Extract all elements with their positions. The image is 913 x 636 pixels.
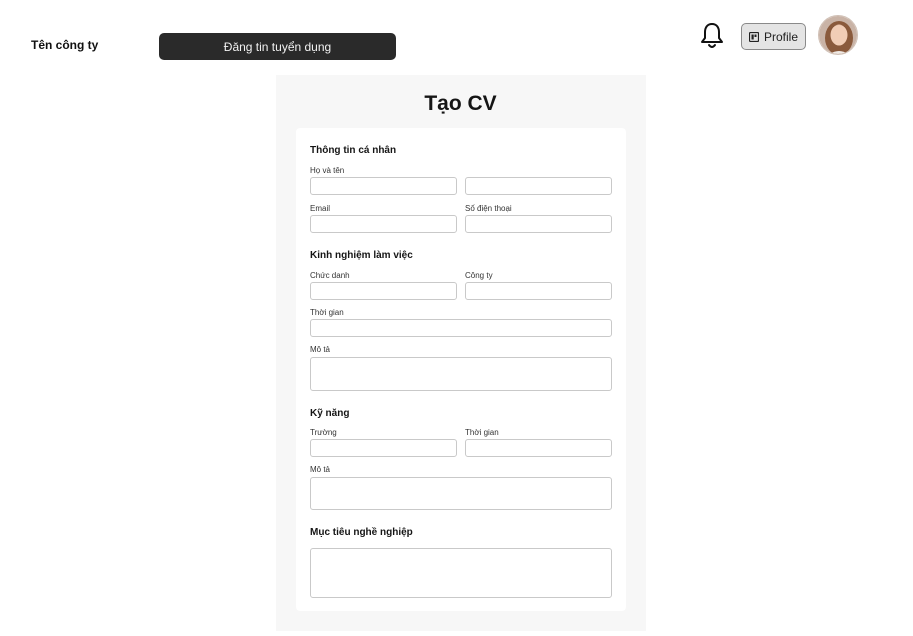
- company-input[interactable]: [465, 282, 612, 300]
- phone-label: Số điện thoại: [465, 204, 512, 213]
- fullname-label: Họ và tên: [310, 166, 345, 175]
- school-label: Trường: [310, 428, 337, 437]
- skills-description-textarea[interactable]: [310, 477, 612, 510]
- company-name[interactable]: Tên công ty: [31, 38, 98, 52]
- bell-icon[interactable]: [699, 21, 725, 51]
- section-title-experience: Kinh nghiệm làm việc: [310, 250, 413, 261]
- job-title-input[interactable]: [310, 282, 457, 300]
- email-input[interactable]: [310, 215, 457, 233]
- experience-description-label: Mô tả: [310, 345, 331, 354]
- career-goal-textarea[interactable]: [310, 548, 612, 598]
- phone-input[interactable]: [465, 215, 612, 233]
- experience-duration-input[interactable]: [310, 319, 612, 337]
- top-header: Tên công ty Đăng tin tuyển dụng Profile: [0, 0, 913, 75]
- skills-duration-input[interactable]: [465, 439, 612, 457]
- experience-duration-label: Thời gian: [310, 308, 344, 317]
- avatar[interactable]: [818, 15, 858, 55]
- post-job-button[interactable]: Đăng tin tuyển dụng: [159, 33, 396, 60]
- email-label: Email: [310, 204, 331, 213]
- section-title-personal: Thông tin cá nhân: [310, 145, 397, 156]
- page-title: Tạo CV: [424, 92, 497, 115]
- profile-icon: [748, 31, 759, 42]
- skills-duration-label: Thời gian: [465, 428, 499, 437]
- first-name-input[interactable]: [310, 177, 457, 195]
- skills-description-label: Mô tả: [310, 465, 331, 474]
- profile-label: Profile: [763, 29, 798, 44]
- experience-description-textarea[interactable]: [310, 357, 612, 391]
- company-label: Công ty: [465, 271, 493, 280]
- profile-button[interactable]: Profile: [741, 23, 806, 50]
- last-name-input[interactable]: [465, 177, 612, 195]
- section-title-career-goal: Mục tiêu nghề nghiệp: [310, 527, 413, 538]
- job-title-label: Chức danh: [310, 271, 350, 280]
- school-input[interactable]: [310, 439, 457, 457]
- section-title-skills: Kỹ năng: [310, 408, 350, 419]
